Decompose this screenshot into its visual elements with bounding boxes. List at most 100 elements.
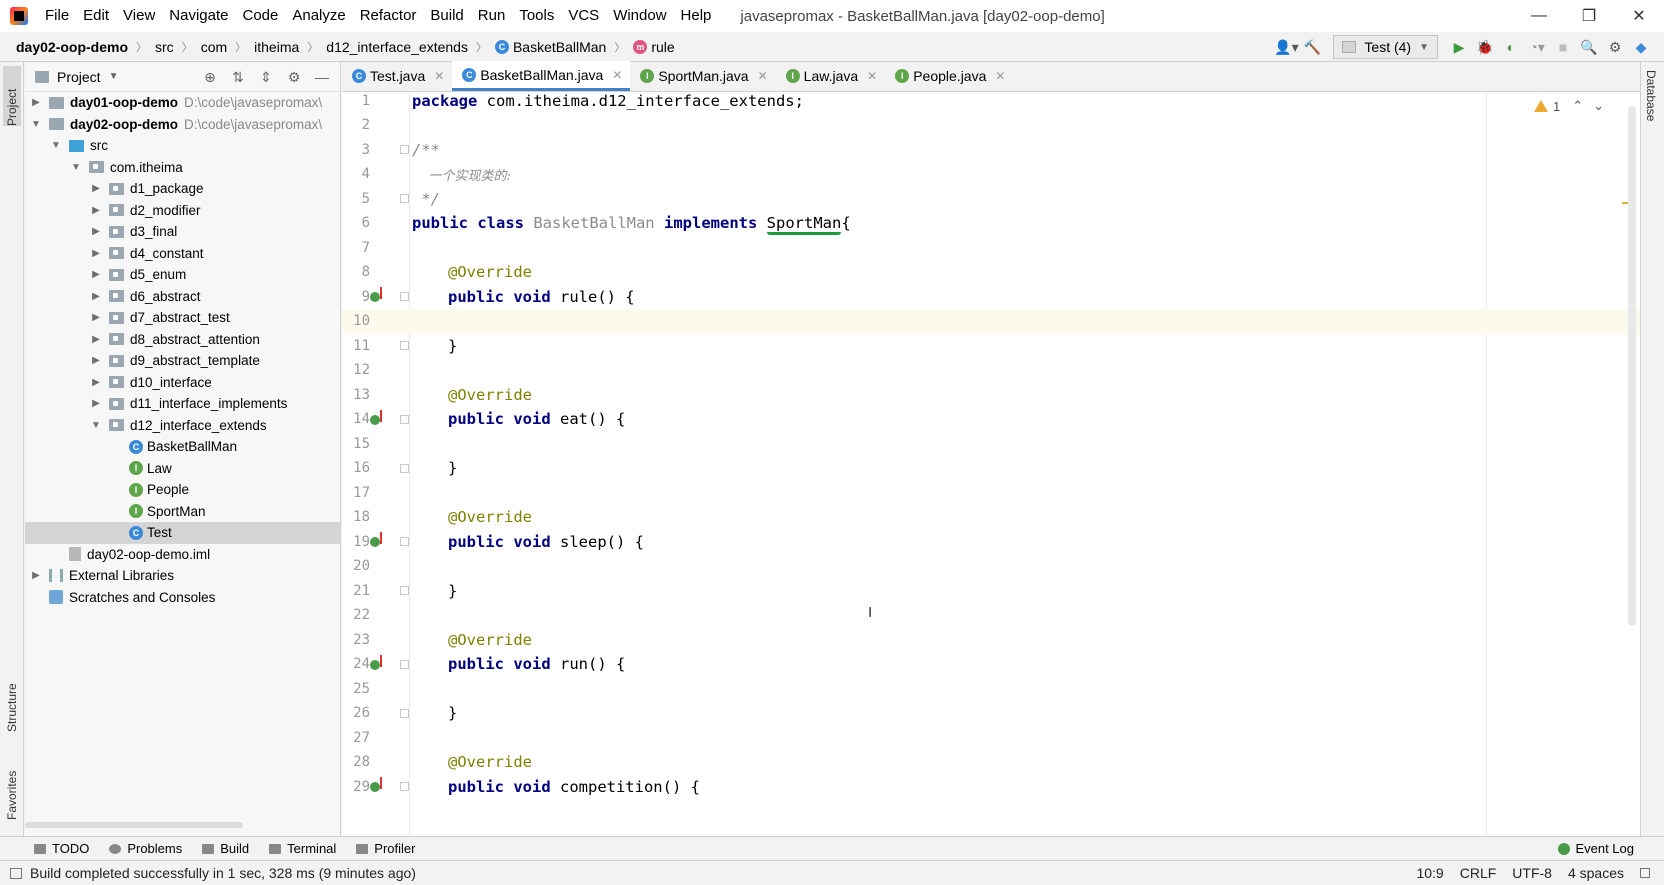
code-line[interactable]: 2 [342, 113, 1640, 138]
breadcrumb-src[interactable]: src [155, 39, 174, 55]
chevron-right-icon[interactable]: ▶ [89, 205, 103, 216]
close-icon[interactable]: ✕ [612, 68, 622, 82]
chevron-right-icon[interactable]: ▶ [89, 355, 103, 366]
favorites-tool-tab[interactable]: Favorites [3, 754, 21, 820]
tree-item-package[interactable]: ▶ d8_abstract_attention [25, 329, 341, 351]
code-line[interactable]: 29 public void competition() { [342, 774, 1640, 799]
menu-code[interactable]: Code [235, 0, 285, 32]
code-line[interactable]: 11} [342, 333, 1640, 358]
horizontal-scrollbar[interactable] [25, 822, 243, 828]
fold-icon[interactable] [400, 292, 409, 301]
fold-icon[interactable] [400, 537, 409, 546]
tree-item-interface[interactable]: I Law [25, 458, 341, 480]
close-window-button[interactable]: ✕ [1614, 0, 1664, 32]
breadcrumb-method[interactable]: m rule [633, 39, 675, 55]
code-line[interactable]: 20 [342, 554, 1640, 579]
code-line[interactable]: 22 [342, 603, 1640, 628]
collapse-all-icon[interactable]: ⇕ [252, 66, 280, 88]
menu-tools[interactable]: Tools [512, 0, 561, 32]
implements-method-icon[interactable] [370, 777, 382, 792]
gear-icon[interactable]: ⚙ [1602, 35, 1628, 59]
chevron-right-icon[interactable]: ▶ [89, 398, 103, 409]
expand-all-icon[interactable]: ⇅ [224, 66, 252, 88]
tab-law-java[interactable]: I Law.java ✕ [776, 61, 886, 91]
code-line[interactable]: 18 @Override [342, 505, 1640, 530]
chevron-down-icon[interactable]: ▼ [29, 119, 43, 130]
breadcrumb-package[interactable]: d12_interface_extends [326, 39, 468, 55]
tree-item-package[interactable]: ▶ d11_interface_implements [25, 393, 341, 415]
code-line[interactable]: 6 public class BasketBallMan implements S… [342, 211, 1640, 236]
chevron-down-icon[interactable]: ▼ [109, 71, 119, 82]
tab-basketballman-java[interactable]: C BasketBallMan.java ✕ [452, 61, 631, 91]
menu-file[interactable]: File [38, 0, 76, 32]
toggle-tool-windows-icon[interactable] [10, 867, 22, 879]
vertical-scrollbar[interactable] [1628, 106, 1636, 626]
todo-tool-button[interactable]: TODO [34, 841, 89, 856]
lock-icon[interactable] [1640, 868, 1650, 878]
menu-analyze[interactable]: Analyze [285, 0, 352, 32]
code-line[interactable]: 16} [342, 456, 1640, 481]
tree-item-package[interactable]: ▶ d9_abstract_template [25, 350, 341, 372]
breadcrumb-itheima[interactable]: itheima [254, 39, 299, 55]
debug-icon[interactable]: 🐞 [1472, 35, 1498, 59]
fold-icon[interactable] [400, 463, 409, 473]
file-encoding[interactable]: UTF-8 [1512, 865, 1552, 881]
stop-icon[interactable]: ■ [1550, 35, 1576, 59]
menu-view[interactable]: View [116, 0, 162, 32]
fold-icon[interactable] [400, 782, 409, 791]
menu-vcs[interactable]: VCS [561, 0, 606, 32]
code-line[interactable]: 1 package com.itheima.d12_interface_exten… [342, 92, 1640, 113]
implements-method-icon[interactable] [370, 409, 382, 425]
structure-tool-tab[interactable]: Structure [3, 662, 21, 732]
gear-icon[interactable]: ⚙ [280, 66, 308, 88]
run-configuration-select[interactable]: Test (4) ▼ [1333, 35, 1438, 59]
code-line-current[interactable]: 10 [342, 308, 1640, 334]
tree-item-class-selected[interactable]: C Test [25, 522, 341, 544]
code-line[interactable]: 5 */ [342, 186, 1640, 211]
tree-item-interface[interactable]: I People [25, 479, 341, 501]
hide-panel-icon[interactable]: — [308, 66, 336, 88]
code-line[interactable]: 14 public void eat() { [342, 407, 1640, 432]
tree-item-package[interactable]: ▶ d2_modifier [25, 200, 341, 222]
terminal-tool-button[interactable]: Terminal [269, 841, 336, 856]
menu-help[interactable]: Help [674, 0, 719, 32]
locate-icon[interactable]: ⊕ [196, 66, 224, 88]
search-icon[interactable]: 🔍 [1576, 35, 1602, 59]
menu-run[interactable]: Run [471, 0, 513, 32]
chevron-right-icon[interactable]: ▶ [29, 570, 43, 581]
close-icon[interactable]: ✕ [867, 69, 877, 83]
code-line[interactable]: 4 一个实现类的: [342, 162, 1640, 187]
close-icon[interactable]: ✕ [758, 69, 768, 83]
tab-test-java[interactable]: C Test.java ✕ [342, 61, 452, 91]
fold-icon[interactable] [400, 194, 409, 203]
project-view-selector[interactable]: Project [57, 69, 101, 85]
code-line[interactable]: 23 @Override [342, 627, 1640, 652]
chevron-down-icon[interactable]: ▼ [49, 140, 63, 151]
tree-item-scratches[interactable]: Scratches and Consoles [25, 587, 341, 609]
tree-item-day01[interactable]: ▶ day01-oop-demo D:\code\javasepromax\ [25, 92, 341, 114]
restore-button[interactable]: ❐ [1564, 0, 1614, 32]
fold-icon[interactable] [400, 341, 409, 350]
chevron-down-icon[interactable]: ▼ [89, 420, 103, 431]
code-line[interactable]: 3 /** [342, 137, 1640, 162]
menu-refactor[interactable]: Refactor [353, 0, 424, 32]
database-tool-tab[interactable]: Database [1644, 70, 1658, 121]
project-tool-tab[interactable]: Project [3, 66, 21, 126]
profile-icon[interactable]: ◔▾ [1524, 35, 1550, 59]
chevron-right-icon[interactable]: ▶ [89, 291, 103, 302]
minimize-button[interactable]: — [1514, 0, 1564, 32]
hammer-build-icon[interactable]: 🔨 [1299, 35, 1325, 59]
chevron-right-icon[interactable]: ▶ [89, 334, 103, 345]
implements-method-icon[interactable] [370, 287, 382, 302]
chevron-down-icon[interactable]: ⌄ [1593, 98, 1604, 114]
event-log-button[interactable]: Event Log [1558, 841, 1634, 856]
build-tool-button[interactable]: Build [202, 841, 249, 856]
menu-navigate[interactable]: Navigate [162, 0, 235, 32]
fold-icon[interactable] [400, 145, 409, 154]
code-line[interactable]: 24 public void run() { [342, 652, 1640, 677]
code-line[interactable]: 8 @Override [342, 260, 1640, 285]
coverage-icon[interactable]: ◐ [1498, 35, 1524, 59]
tree-item-package[interactable]: ▶ d1_package [25, 178, 341, 200]
tree-item-external-libraries[interactable]: ▶ External Libraries [25, 565, 341, 587]
caret-position[interactable]: 10:9 [1416, 865, 1443, 881]
